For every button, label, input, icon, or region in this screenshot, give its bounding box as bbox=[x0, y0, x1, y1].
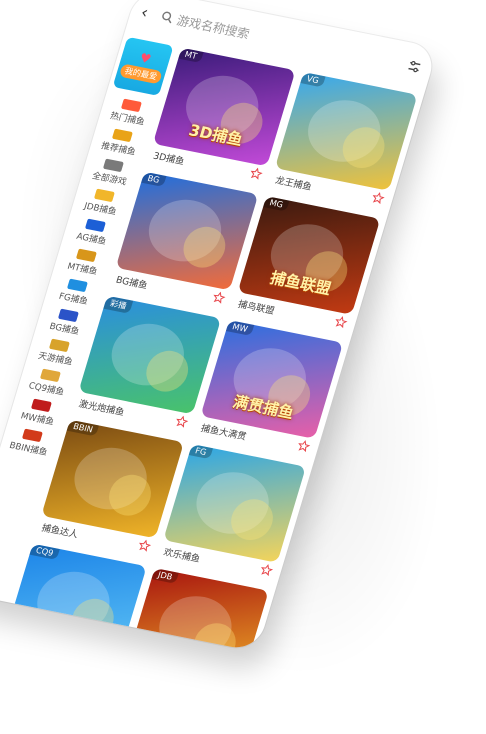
mt-logo-icon bbox=[75, 248, 97, 263]
mw-logo-icon bbox=[30, 398, 52, 413]
game-name: 捕鸟联盟 bbox=[236, 299, 276, 318]
game-thumbnail[interactable]: JDB财神捕鱼 bbox=[126, 568, 269, 652]
vendor-badge: FG bbox=[188, 444, 213, 460]
vendor-badge: BBIN bbox=[66, 419, 100, 437]
bg-logo-icon bbox=[57, 308, 79, 323]
back-icon[interactable]: ‹ bbox=[139, 2, 157, 22]
game-name: 欢乐捕鱼 bbox=[162, 547, 202, 566]
favorite-star-icon[interactable] bbox=[259, 563, 275, 577]
game-thumbnail[interactable]: 彩播 bbox=[78, 295, 222, 415]
game-thumbnail[interactable]: MT 3D捕鱼 bbox=[152, 47, 296, 167]
heart-icon: ♥ bbox=[138, 50, 153, 67]
game-name: 捕鱼达人 bbox=[40, 523, 80, 541]
favorite-star-icon[interactable] bbox=[370, 191, 386, 205]
game-thumbnail[interactable]: CQ9 bbox=[4, 543, 147, 652]
stage: ‹ 游戏名称搜索 ♥ 我的最爱 热门捕鱼 推荐捕鱼 全部游戏 JDB捕鱼 AG捕鱼 MT捕… bbox=[0, 0, 486, 734]
search-placeholder: 游戏名称搜索 bbox=[175, 12, 252, 42]
game-thumbnail[interactable]: VG bbox=[274, 72, 418, 191]
vendor-badge: JDB bbox=[151, 568, 179, 584]
game-name: 龙王捕鱼 bbox=[273, 175, 313, 194]
cq9-logo-icon bbox=[39, 368, 61, 383]
vendor-badge: VG bbox=[300, 72, 326, 88]
vendor-badge: CQ9 bbox=[29, 543, 60, 560]
game-thumbnail[interactable]: FG bbox=[163, 444, 306, 563]
favorite-star-icon[interactable] bbox=[137, 539, 153, 553]
favorite-star-icon[interactable] bbox=[174, 415, 190, 429]
jdb-logo-icon bbox=[93, 188, 115, 203]
game-thumbnail[interactable]: MW 满贯捕鱼 bbox=[200, 320, 344, 439]
grid-icon bbox=[102, 158, 124, 173]
vendor-badge: 彩播 bbox=[103, 295, 134, 314]
favorite-star-icon[interactable] bbox=[333, 315, 349, 329]
crown-icon bbox=[111, 128, 133, 143]
vendor-badge: MW bbox=[225, 320, 255, 336]
game-thumbnail[interactable]: BBIN bbox=[41, 419, 185, 539]
game-name: BG捕鱼 bbox=[114, 275, 149, 292]
game-thumbnail[interactable]: MG 捕鱼联盟 bbox=[237, 196, 381, 315]
sidebar-item-favorites[interactable]: ♥ 我的最爱 bbox=[112, 36, 174, 96]
vendor-badge: BG bbox=[141, 171, 166, 187]
sidebar-item-label: FG捕鱼 bbox=[57, 291, 89, 308]
ag-logo-icon bbox=[84, 218, 106, 233]
fg-logo-icon bbox=[66, 278, 88, 293]
vendor-badge: MG bbox=[263, 196, 290, 212]
ty-logo-icon bbox=[48, 338, 70, 353]
favorite-star-icon[interactable] bbox=[296, 439, 312, 453]
game-thumbnail[interactable]: BG bbox=[115, 171, 259, 291]
vendor-badge: MT bbox=[178, 47, 204, 63]
game-name: 3D捕鱼 bbox=[151, 151, 186, 168]
sidebar-item-label: BBIN捕鱼 bbox=[7, 440, 49, 459]
search-icon bbox=[162, 11, 172, 24]
filter-icon[interactable] bbox=[405, 58, 423, 75]
fire-icon bbox=[120, 98, 142, 113]
sidebar-item-label: 我的最爱 bbox=[118, 63, 163, 85]
bbin-logo-icon bbox=[21, 428, 43, 443]
favorite-star-icon[interactable] bbox=[211, 291, 227, 305]
favorite-star-icon[interactable] bbox=[248, 167, 264, 181]
